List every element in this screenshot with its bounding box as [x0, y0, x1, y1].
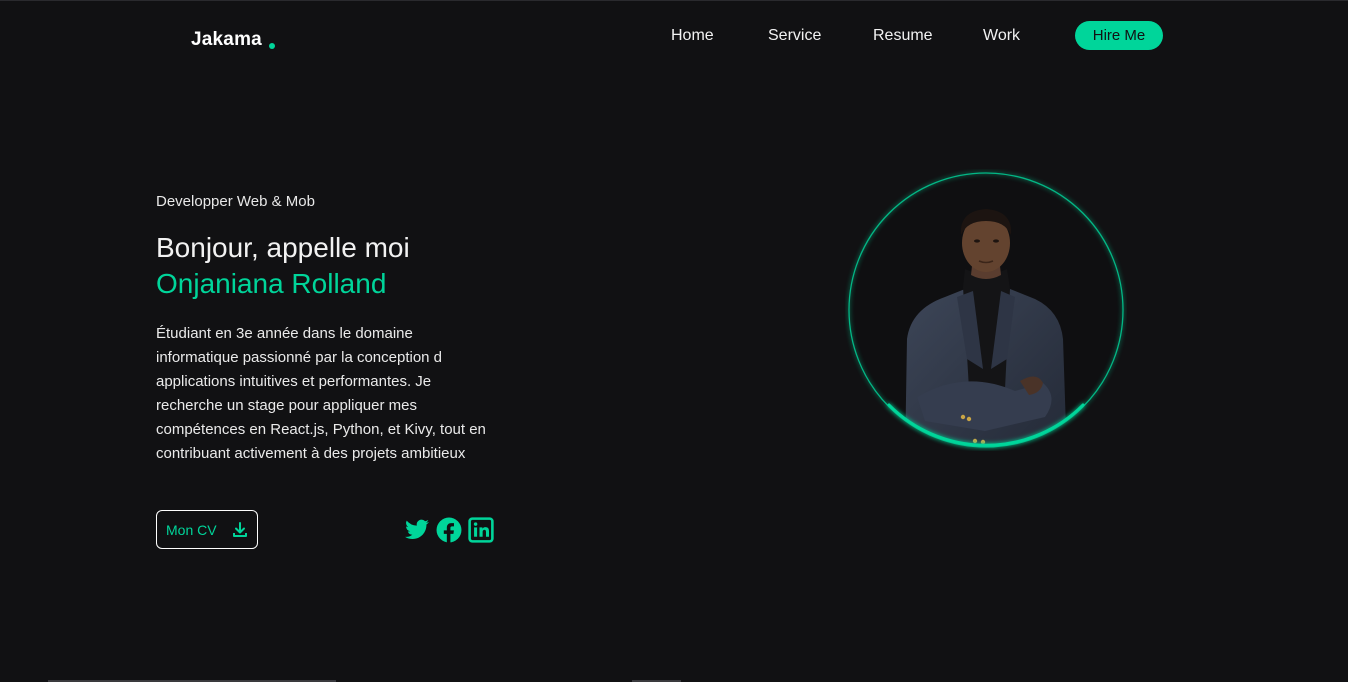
- hero-greeting: Bonjour, appelle moi: [156, 232, 410, 263]
- nav-link-home[interactable]: Home: [671, 26, 714, 46]
- nav-link-work[interactable]: Work: [983, 26, 1020, 46]
- logo[interactable]: Jakama: [191, 29, 262, 51]
- download-icon: [233, 522, 247, 537]
- hero-name: Onjaniana Rolland: [156, 268, 387, 299]
- logo-dot: [269, 43, 275, 49]
- page: Jakama Home Service Resume Work Hire Me …: [0, 0, 1348, 682]
- facebook-icon[interactable]: [436, 517, 462, 543]
- hire-me-button[interactable]: Hire Me: [1075, 21, 1163, 50]
- hero-subtitle: Developper Web & Mob: [156, 193, 315, 210]
- nav-link-resume[interactable]: Resume: [873, 26, 933, 46]
- nav-link-service[interactable]: Service: [768, 26, 821, 46]
- profile-image: [848, 172, 1124, 448]
- profile-portrait: [845, 169, 1127, 451]
- cv-button-label: Mon CV: [166, 521, 217, 538]
- linkedin-icon[interactable]: [468, 517, 494, 543]
- hero-description: Étudiant en 3e année dans le domaine inf…: [156, 325, 486, 462]
- download-cv-button[interactable]: Mon CV: [156, 510, 258, 549]
- twitter-icon[interactable]: [404, 517, 430, 543]
